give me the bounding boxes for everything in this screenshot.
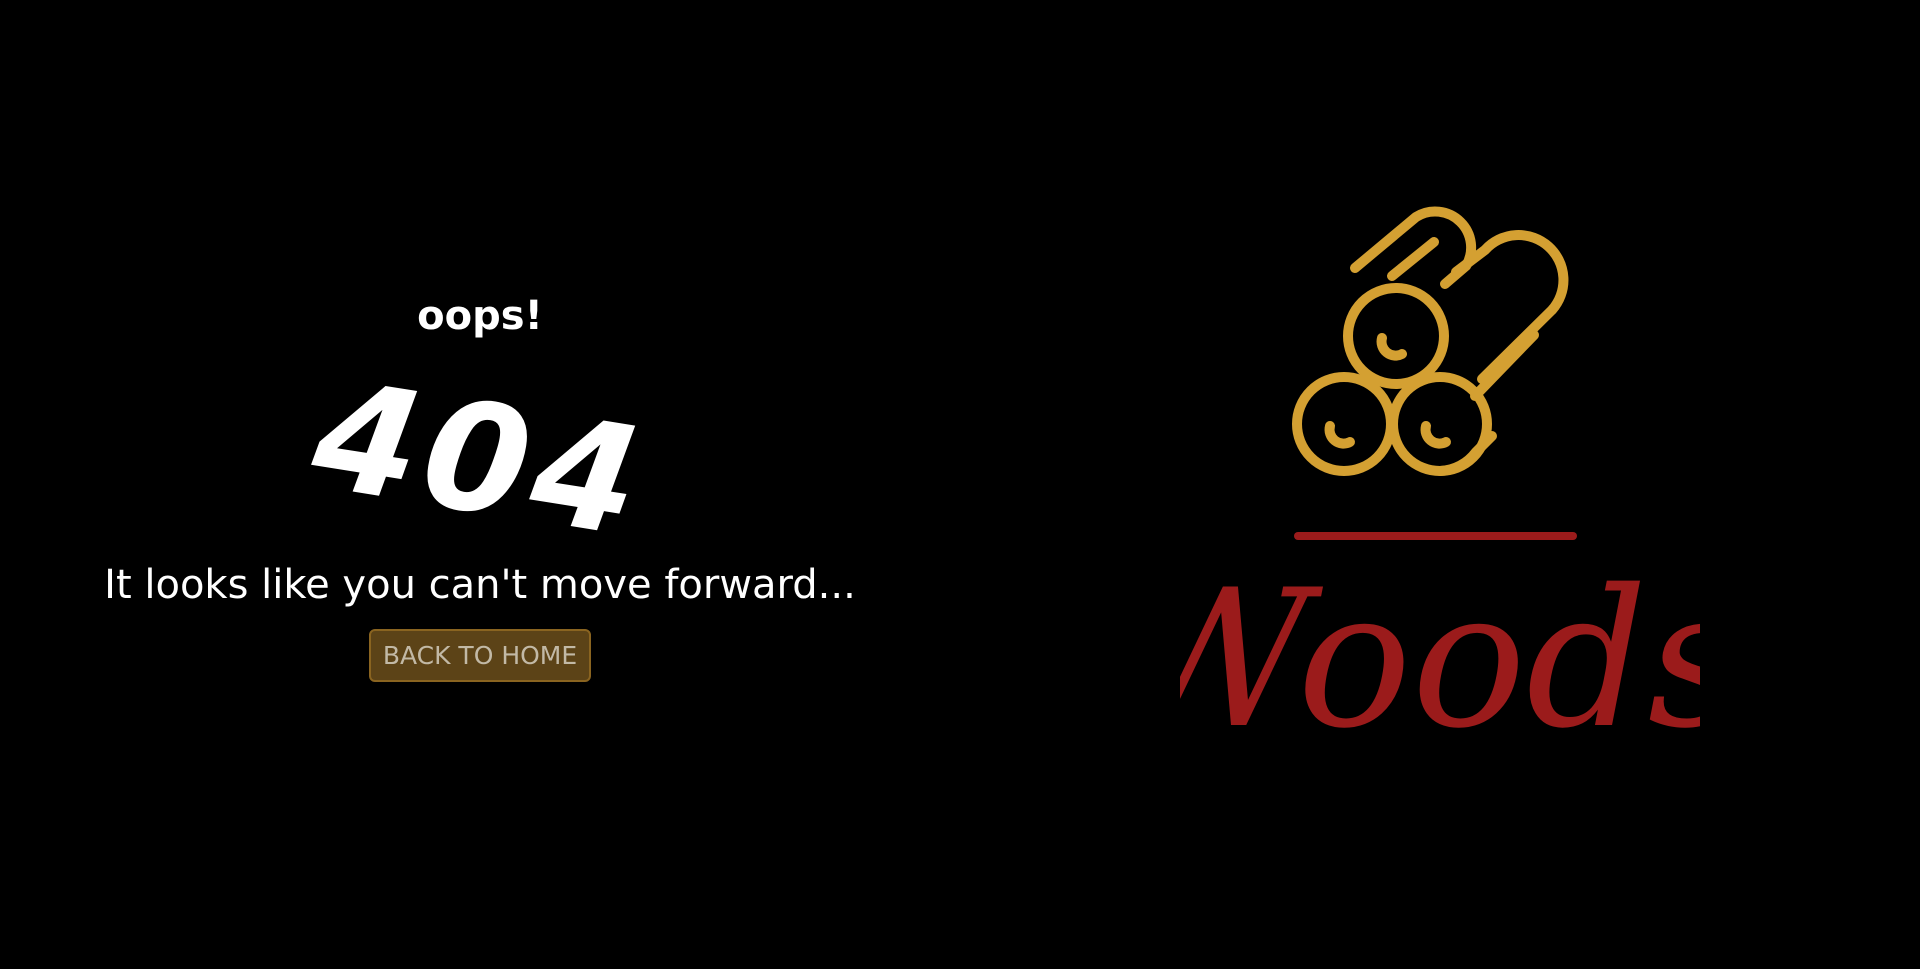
brand-name: Woods xyxy=(1180,549,1700,770)
error-heading: oops! xyxy=(417,293,543,339)
error-code-container: 404 xyxy=(0,348,960,572)
error-message: It looks like you can't move forward... xyxy=(104,562,856,608)
error-page: oops! 404 It looks like you can't move f… xyxy=(0,0,1920,969)
error-panel: oops! 404 It looks like you can't move f… xyxy=(0,0,960,969)
back-to-home-button[interactable]: BACK TO HOME xyxy=(369,629,591,682)
firewood-logs-icon: Woods xyxy=(1180,206,1700,770)
error-code: 404 xyxy=(302,348,658,572)
brand-logo: Woods xyxy=(1180,190,1700,790)
